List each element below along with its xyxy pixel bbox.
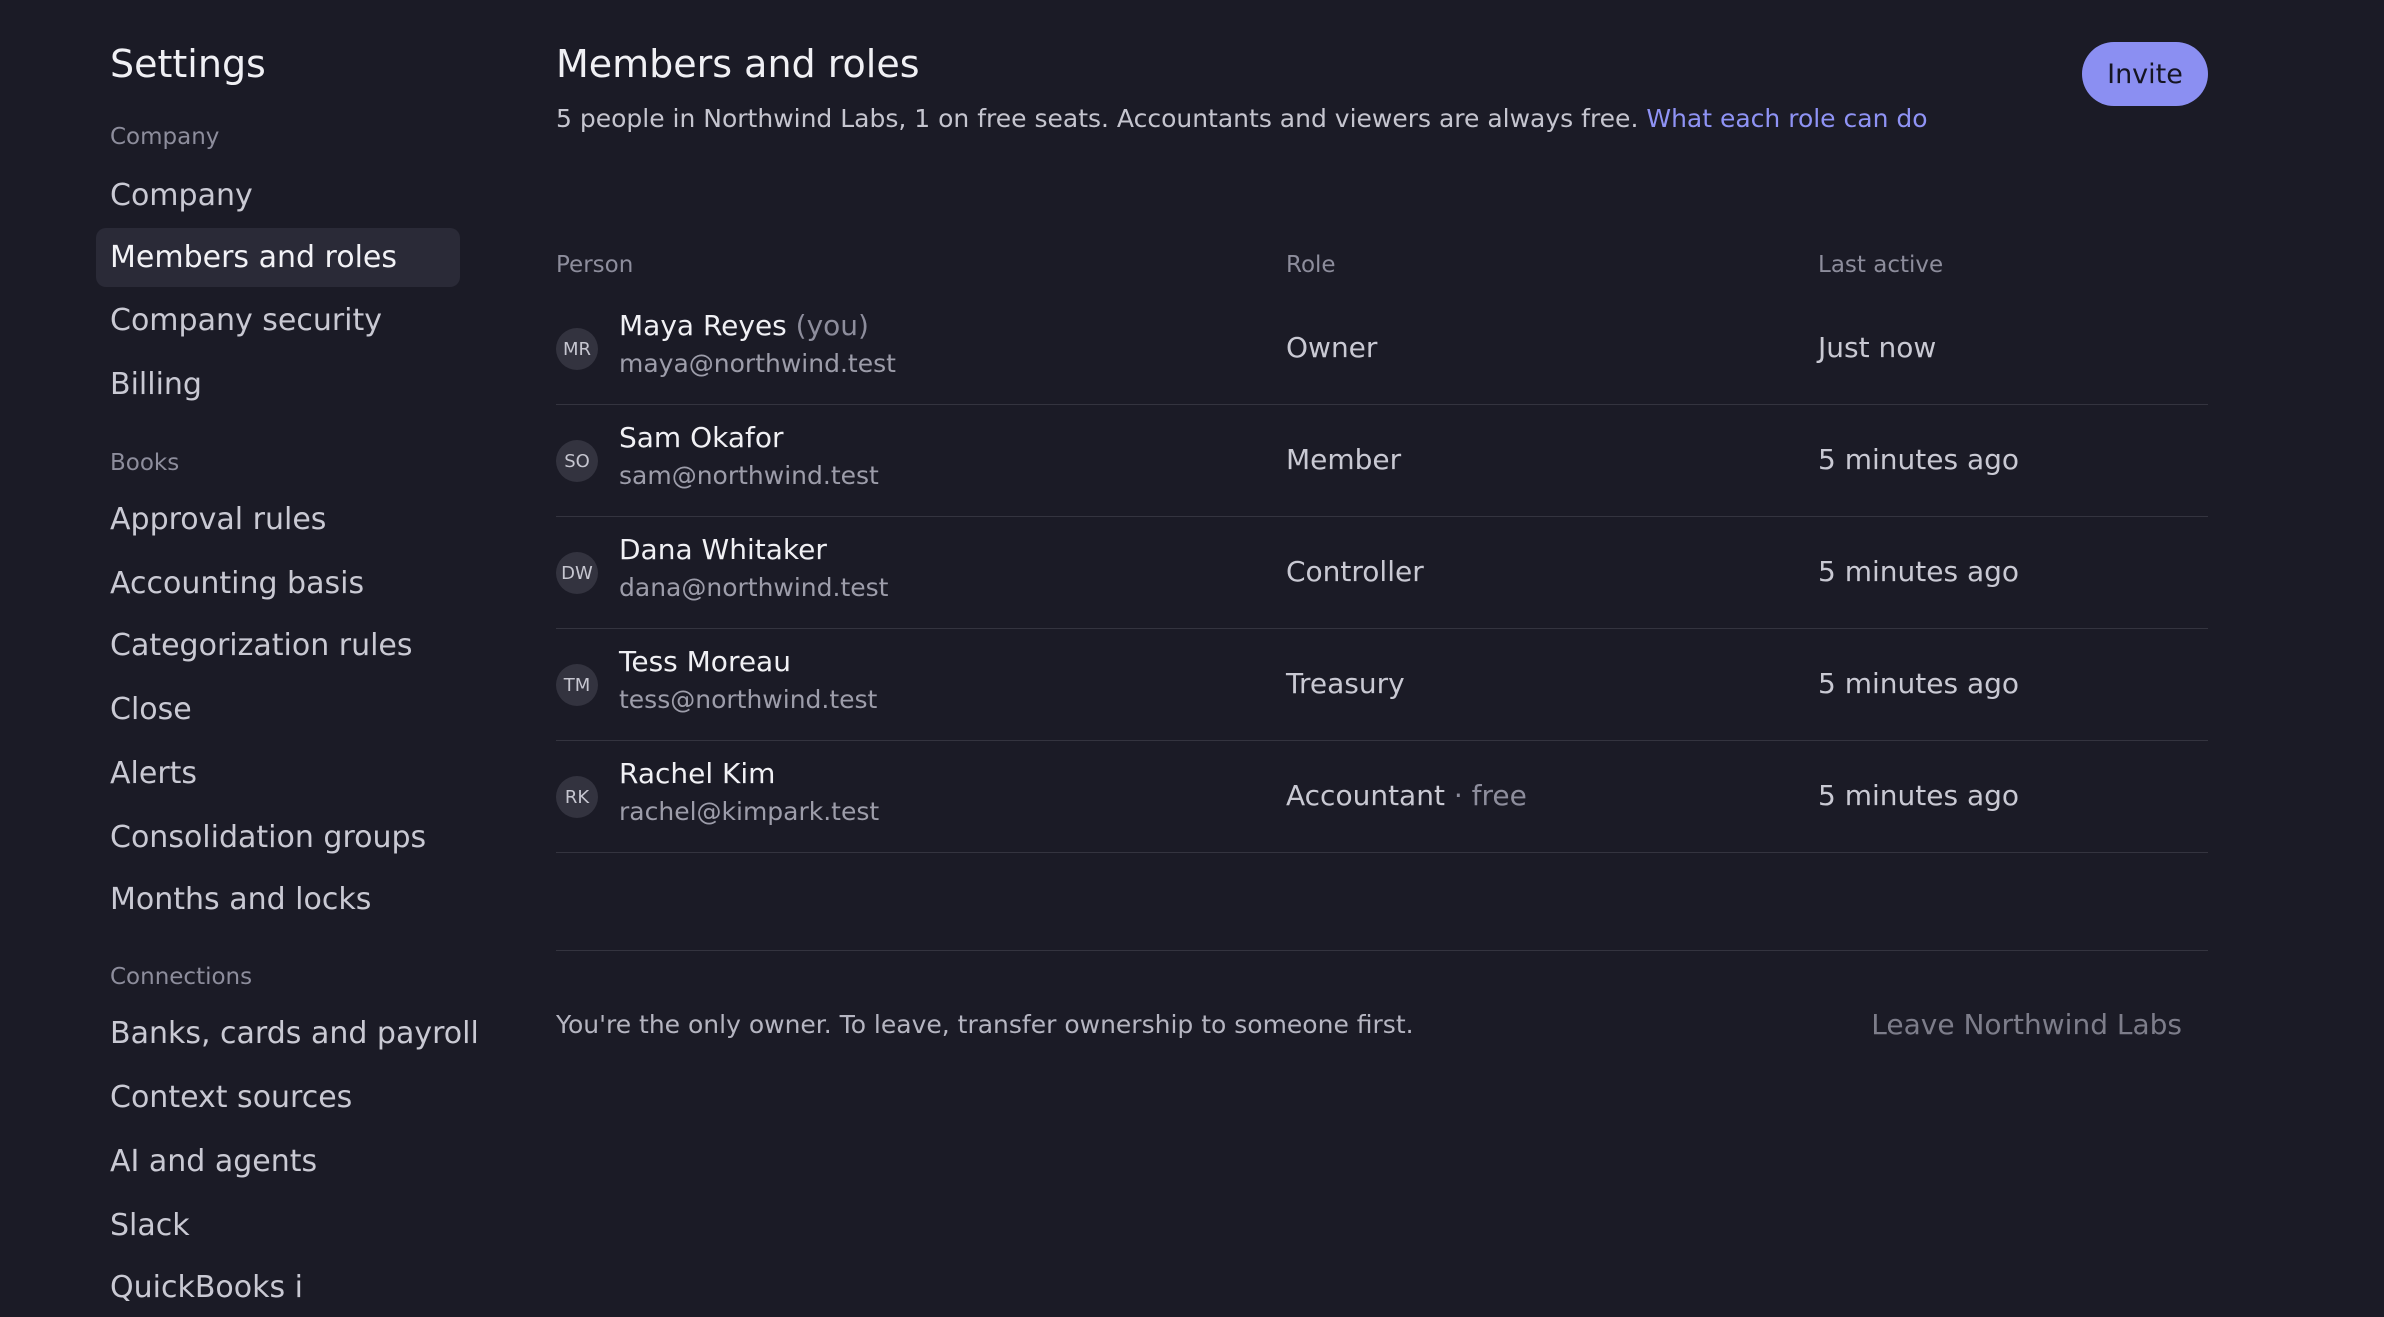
member-role[interactable]: Controller xyxy=(1286,555,1424,588)
table-row[interactable]: SO Sam Okafor sam@northwind.test Member … xyxy=(556,405,2208,517)
sidebar-item-consolidation-groups[interactable]: Consolidation groups xyxy=(96,808,460,867)
sidebar-group-label-company: Company xyxy=(110,124,220,150)
member-email: maya@northwind.test xyxy=(619,349,896,378)
role-help-link[interactable]: What each role can do xyxy=(1646,104,1927,133)
subtitle-text: 5 people in Northwind Labs, 1 on free se… xyxy=(556,104,1639,133)
member-role[interactable]: Treasury xyxy=(1286,667,1405,700)
member-email: rachel@kimpark.test xyxy=(619,797,880,826)
sidebar-item-categorization-rules[interactable]: Categorization rules xyxy=(96,616,460,675)
member-last-active: 5 minutes ago xyxy=(1818,779,2020,812)
sidebar-item-slack[interactable]: Slack xyxy=(96,1196,460,1255)
member-email: sam@northwind.test xyxy=(619,461,879,490)
member-last-active: Just now xyxy=(1818,331,1937,364)
sidebar-item-billing[interactable]: Billing xyxy=(96,355,460,414)
invite-button[interactable]: Invite xyxy=(2082,42,2208,106)
sidebar-item-company[interactable]: Company xyxy=(96,166,460,225)
sidebar-item-approval-rules[interactable]: Approval rules xyxy=(96,490,460,549)
member-name: Sam Okafor xyxy=(619,421,784,454)
member-email: tess@northwind.test xyxy=(619,685,878,714)
avatar: RK xyxy=(556,776,598,818)
column-header-last-active: Last active xyxy=(1818,252,1944,278)
sidebar-item-company-security[interactable]: Company security xyxy=(96,291,460,350)
sidebar-item-close[interactable]: Close xyxy=(96,680,460,739)
sidebar-item-banks-cards-payroll[interactable]: Banks, cards and payroll xyxy=(96,1004,479,1063)
member-name: Maya Reyes (you) xyxy=(619,309,869,342)
role-text: Accountant xyxy=(1286,779,1445,812)
you-tag: (you) xyxy=(795,309,869,342)
member-role[interactable]: Accountant · free xyxy=(1286,779,1527,812)
member-name-text: Maya Reyes xyxy=(619,309,787,342)
avatar: TM xyxy=(556,664,598,706)
sidebar-group-label-books: Books xyxy=(110,450,180,476)
avatar: MR xyxy=(556,328,598,370)
column-header-role: Role xyxy=(1286,252,1336,278)
role-text: Owner xyxy=(1286,331,1378,364)
page-subtitle: 5 people in Northwind Labs, 1 on free se… xyxy=(556,104,1928,133)
sidebar-item-quickbooks[interactable]: QuickBooks i xyxy=(96,1258,460,1317)
member-last-active: 5 minutes ago xyxy=(1818,443,2020,476)
table-row[interactable]: MR Maya Reyes (you) maya@northwind.test … xyxy=(556,293,2208,405)
column-header-person: Person xyxy=(556,252,634,278)
member-last-active: 5 minutes ago xyxy=(1818,555,2020,588)
member-email: dana@northwind.test xyxy=(619,573,889,602)
ownership-note: You're the only owner. To leave, transfe… xyxy=(556,1010,1414,1039)
sidebar-group-label-connections: Connections xyxy=(110,964,253,990)
table-row[interactable]: DW Dana Whitaker dana@northwind.test Con… xyxy=(556,517,2208,629)
member-name: Dana Whitaker xyxy=(619,533,827,566)
sidebar-item-members-and-roles[interactable]: Members and roles xyxy=(96,228,460,287)
sidebar-item-ai-and-agents[interactable]: AI and agents xyxy=(96,1132,460,1191)
sidebar-item-accounting-basis[interactable]: Accounting basis xyxy=(96,554,460,613)
page-title: Members and roles xyxy=(556,42,920,86)
table-row[interactable]: TM Tess Moreau tess@northwind.test Treas… xyxy=(556,629,2208,741)
member-last-active: 5 minutes ago xyxy=(1818,667,2020,700)
sidebar-item-context-sources[interactable]: Context sources xyxy=(96,1068,460,1127)
avatar: DW xyxy=(556,552,598,594)
member-name: Tess Moreau xyxy=(619,645,791,678)
sidebar-item-months-and-locks[interactable]: Months and locks xyxy=(96,870,460,929)
member-role[interactable]: Member xyxy=(1286,443,1401,476)
footer-divider xyxy=(556,950,2208,951)
sidebar-item-alerts[interactable]: Alerts xyxy=(96,744,460,803)
leave-company-button[interactable]: Leave Northwind Labs xyxy=(1871,1008,2182,1041)
sidebar-title: Settings xyxy=(110,42,266,86)
table-row[interactable]: RK Rachel Kim rachel@kimpark.test Accoun… xyxy=(556,741,2208,853)
free-seat-note: · free xyxy=(1453,779,1527,812)
member-role[interactable]: Owner xyxy=(1286,331,1377,364)
member-name: Rachel Kim xyxy=(619,757,776,790)
avatar: SO xyxy=(556,440,598,482)
